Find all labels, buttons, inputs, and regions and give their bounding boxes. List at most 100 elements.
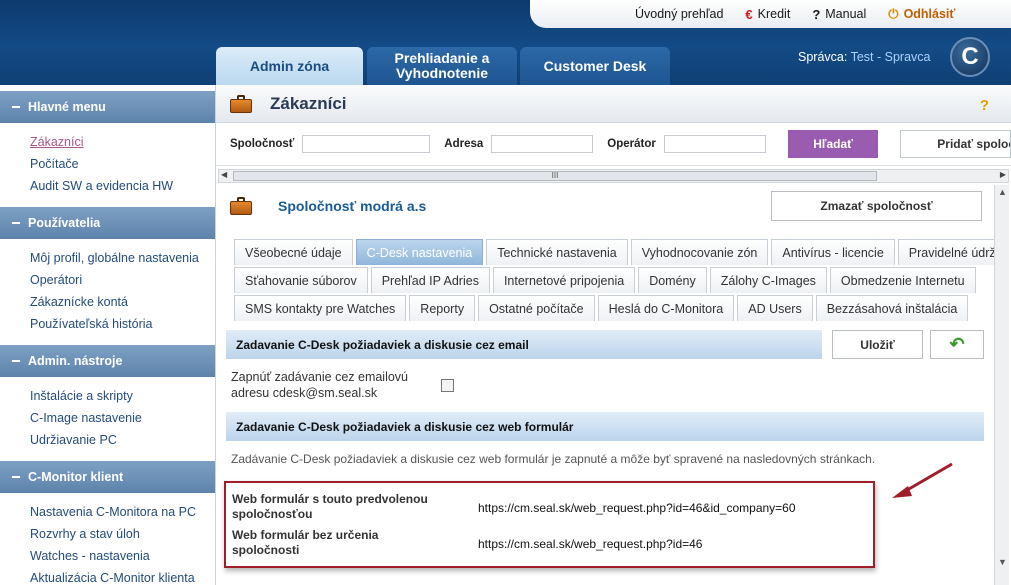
tab-0-2[interactable]: Technické nastavenia [486,239,628,265]
tab-2-5[interactable]: Bezzásahová inštalácia [815,295,969,321]
section-bullet-icon [12,476,20,478]
scroll-down-icon[interactable]: ▼ [998,557,1007,567]
manual-link[interactable]: ? Manual [812,7,866,22]
sidebar-section-cmonitor[interactable]: C-Monitor klient [0,461,215,493]
settings-tabs: Všeobecné údaje C-Desk nastavenia Technick… [234,239,994,323]
email-option-label: Zapnúť zadávanie cez emailovú adresu cde… [231,370,409,400]
tab-0-4[interactable]: Antivírus - licencie [771,239,895,265]
web-form-urls: Web formulár s touto predvolenou spoločn… [224,481,875,568]
tab-2-1[interactable]: Reporty [409,295,476,321]
horizontal-scrollbar[interactable]: ◀ III ▶ [218,169,1009,183]
web-form-label: Web formulár bez určenia spoločnosti [232,528,379,557]
sidebar-item-audit[interactable]: Audit SW a evidencia HW [30,175,215,197]
back-arrow-button[interactable]: ↶ [930,330,984,359]
sidebar-section-title: Používatelia [28,216,101,230]
scroll-grip: III [551,171,559,180]
manual-link-label: Manual [825,7,867,21]
back-arrow-icon: ↶ [949,334,965,354]
search-row: Spoločnosť Adresa Operátor Hľadať Pridať… [216,123,1011,166]
briefcase-icon [230,197,252,215]
sidebar-item-customer-accounts[interactable]: Zákaznícke kontá [30,291,215,313]
overview-link-label: Úvodný prehľad [635,7,724,21]
sidebar-item-customers[interactable]: Zákazníci [30,131,215,153]
top-navigation: Úvodný prehľad € Kredit ? Manual ⏻ Odhlá… [530,0,1011,28]
tab-0-3[interactable]: Vyhodnocovanie zón [630,239,769,265]
add-company-button[interactable]: Pridať spoločnosť [900,130,1011,158]
sidebar-item-cmonitor-settings[interactable]: Nastavenia C-Monitora na PC [30,501,215,523]
sidebar-item-watches[interactable]: Watches - nastavenia [30,545,215,567]
logout-link-label: Odhlásiť [903,7,956,21]
main-panel: Zákazníci ? Spoločnosť Adresa Operátor H… [215,85,1011,585]
company-filter-input[interactable] [302,135,431,153]
tab-admin-zone-label: Admin zóna [249,57,330,74]
sidebar-section-admin-tools[interactable]: Admin. nástroje [0,345,215,377]
tab-1-1[interactable]: Prehľad IP Adries [370,267,490,293]
sidebar-item-installs[interactable]: Inštalácie a skripty [30,385,215,407]
credit-link[interactable]: € Kredit [745,7,790,22]
search-button[interactable]: Hľadať [787,130,879,158]
web-form-url[interactable]: https://cm.seal.sk/web_request.php?id=46… [478,501,796,515]
tab-1-4[interactable]: Zálohy C-Images [709,267,827,293]
company-filter-label: Spoločnosť [230,138,295,150]
web-form-url[interactable]: https://cm.seal.sk/web_request.php?id=46 [478,537,702,551]
power-icon: ⏻ [888,6,899,21]
address-filter-label: Adresa [444,138,484,150]
sidebar-item-schedules[interactable]: Rozvrhy a stav úloh [30,523,215,545]
sidebar-item-operators[interactable]: Operátori [30,269,215,291]
app-logo: C [950,37,990,77]
tab-1-2[interactable]: Internetové pripojenia [492,267,636,293]
page-title-bar: Zákazníci ? [216,85,1011,123]
sidebar-section-main[interactable]: Hlavné menu [0,91,215,123]
company-detail: Spoločnosť modrá a.s Zmazať spoločnosť V… [216,185,994,585]
section-bullet-icon [12,222,20,224]
annotation-arrow-icon [892,462,953,498]
admin-info: Správca: Test - Spravca [798,50,930,64]
company-name: Spoločnosť modrá a.s [278,198,427,214]
sidebar-item-profile[interactable]: Môj profil, globálne nastavenia [30,247,215,269]
logo-letter: C [961,43,979,70]
sidebar-item-maintenance[interactable]: Udržiavanie PC [30,429,215,451]
briefcase-icon [230,94,252,113]
overview-link[interactable]: Úvodný prehľad [635,7,723,21]
scroll-left-icon[interactable]: ◀ [221,170,227,179]
credit-icon: € [745,6,753,22]
tab-2-2[interactable]: Ostatné počítače [478,295,595,321]
section-bullet-icon [12,106,20,108]
address-filter-input[interactable] [491,135,594,153]
tab-customer-desk[interactable]: Customer Desk [520,47,670,85]
tab-1-5[interactable]: Obmedzenie Internetu [829,267,976,293]
logout-link[interactable]: ⏻ Odhlásiť [888,6,955,22]
tab-admin-zone[interactable]: Admin zóna [216,47,363,85]
operator-filter-input[interactable] [663,135,766,153]
admin-name[interactable]: Test - Spravca [851,50,931,64]
sidebar-section-title: C-Monitor klient [28,470,124,484]
scroll-up-icon[interactable]: ▲ [998,187,1007,197]
tab-browse-evaluate-label: Prehliadanie a Vyhodnotenie [394,50,490,81]
sidebar-item-user-history[interactable]: Používateľská história [30,313,215,335]
tab-browse-evaluate[interactable]: Prehliadanie a Vyhodnotenie [367,47,517,85]
tab-2-0[interactable]: SMS kontakty pre Watches [234,295,407,321]
sidebar-item-cmonitor-update[interactable]: Aktualizácia C-Monitor klienta [30,567,215,585]
vertical-scrollbar[interactable]: ▲ ▼ [994,185,1009,585]
sidebar-section-users[interactable]: Používatelia [0,207,215,239]
sidebar-item-computers[interactable]: Počítače [30,153,215,175]
tab-1-3[interactable]: Domény [638,267,707,293]
sidebar-section-title: Hlavné menu [28,100,106,114]
sidebar-item-cimage[interactable]: C-Image nastavenie [30,407,215,429]
horizontal-scroll-thumb[interactable]: III [233,171,877,181]
tab-2-3[interactable]: Heslá do C-Monitora [597,295,735,321]
sidebar-section-title: Admin. nástroje [28,354,123,368]
tab-0-1[interactable]: C-Desk nastavenia [355,239,484,265]
help-icon[interactable]: ? [980,97,989,114]
tab-0-5[interactable]: Pravidelné údržby [897,239,994,265]
web-section-header: Zadavanie C-Desk požiadaviek a diskusie … [226,412,984,441]
email-section-header: Zadavanie C-Desk požiadaviek a diskusie … [226,330,822,359]
save-button[interactable]: Uložiť [832,330,923,359]
delete-company-button[interactable]: Zmazať spoločnosť [771,191,982,221]
email-option-checkbox[interactable] [441,379,454,392]
tab-2-4[interactable]: AD Users [737,295,813,321]
tab-1-0[interactable]: Sťahovanie súborov [234,267,368,293]
tab-0-0[interactable]: Všeobecné údaje [234,239,353,265]
web-form-label: Web formulár s touto predvolenou spoločn… [232,492,428,521]
scroll-right-icon[interactable]: ▶ [1000,170,1006,179]
